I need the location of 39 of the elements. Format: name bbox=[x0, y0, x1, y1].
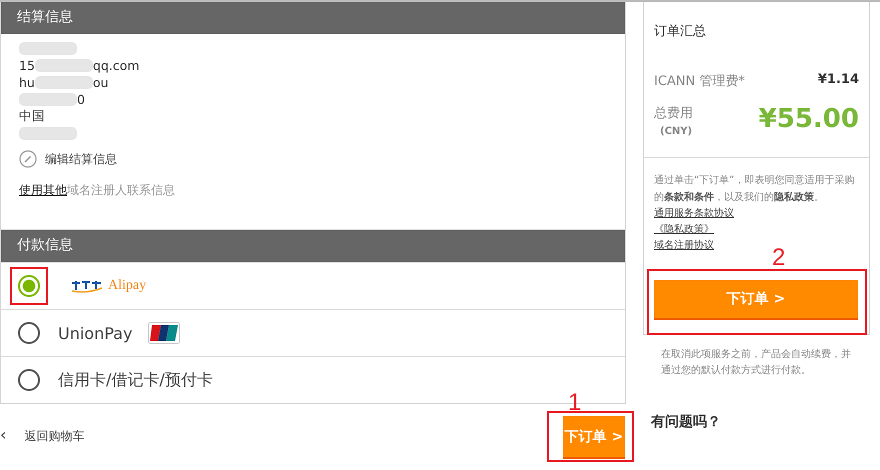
total-value: ¥55.00 bbox=[758, 104, 859, 136]
annotation-number: 2 bbox=[772, 244, 786, 272]
pencil-icon bbox=[19, 150, 37, 168]
fee-value: ¥1.14 bbox=[818, 72, 859, 89]
address-text: hu bbox=[19, 75, 35, 90]
payment-option[interactable]: UnionPay bbox=[1, 309, 625, 356]
card-logo-icon bbox=[148, 322, 180, 344]
address-text: 15 bbox=[19, 58, 35, 73]
redaction-blur bbox=[34, 76, 93, 89]
total-label: 总费用 bbox=[654, 105, 693, 122]
radio-button[interactable] bbox=[18, 369, 40, 391]
link[interactable]: 使用其他 bbox=[19, 183, 67, 197]
link[interactable]: 《隐私政策》 bbox=[654, 222, 861, 238]
back-link[interactable]: ‹ 返回购物车 bbox=[0, 428, 84, 445]
address-text: ou bbox=[92, 75, 108, 90]
option-label: 信用卡/借记卡/预付卡 bbox=[58, 370, 213, 390]
brand-text: Alipay bbox=[108, 278, 146, 294]
address-text: 中国 bbox=[19, 108, 45, 125]
help-title: 有问题吗？ bbox=[650, 413, 722, 431]
address-text: qq.com bbox=[92, 58, 140, 73]
section-header: 付款信息 bbox=[1, 229, 625, 262]
terms-text: 通过单击“下订单”，即表明您同意适用于采购的条款和条件，以及我们的隐私政策。 bbox=[654, 174, 856, 205]
redaction-blur bbox=[19, 42, 77, 55]
section-header: 结算信息 bbox=[1, 2, 625, 34]
summary-title: 订单汇总 bbox=[654, 23, 707, 40]
logo-icon bbox=[70, 279, 104, 293]
redaction-blur bbox=[34, 59, 93, 72]
link[interactable]: 通用服务条款协议 bbox=[654, 206, 861, 222]
radio-button[interactable] bbox=[18, 322, 40, 344]
hint-text: 域名注册人联系信息 bbox=[67, 183, 175, 197]
currency-label: (CNY) bbox=[660, 126, 693, 137]
redaction-blur bbox=[19, 127, 77, 140]
edit-link[interactable]: 编辑结算信息 bbox=[45, 150, 117, 168]
redaction-blur bbox=[19, 93, 77, 106]
option-label: UnionPay bbox=[58, 324, 132, 342]
fee-label: ICANN 管理费* bbox=[654, 73, 745, 90]
address-text: 0 bbox=[77, 92, 85, 107]
note-text: 在取消此项服务之前，产品会自动续费，并通过您的默认付款方式进行付款。 bbox=[660, 348, 852, 378]
radio-button[interactable] bbox=[18, 275, 40, 297]
